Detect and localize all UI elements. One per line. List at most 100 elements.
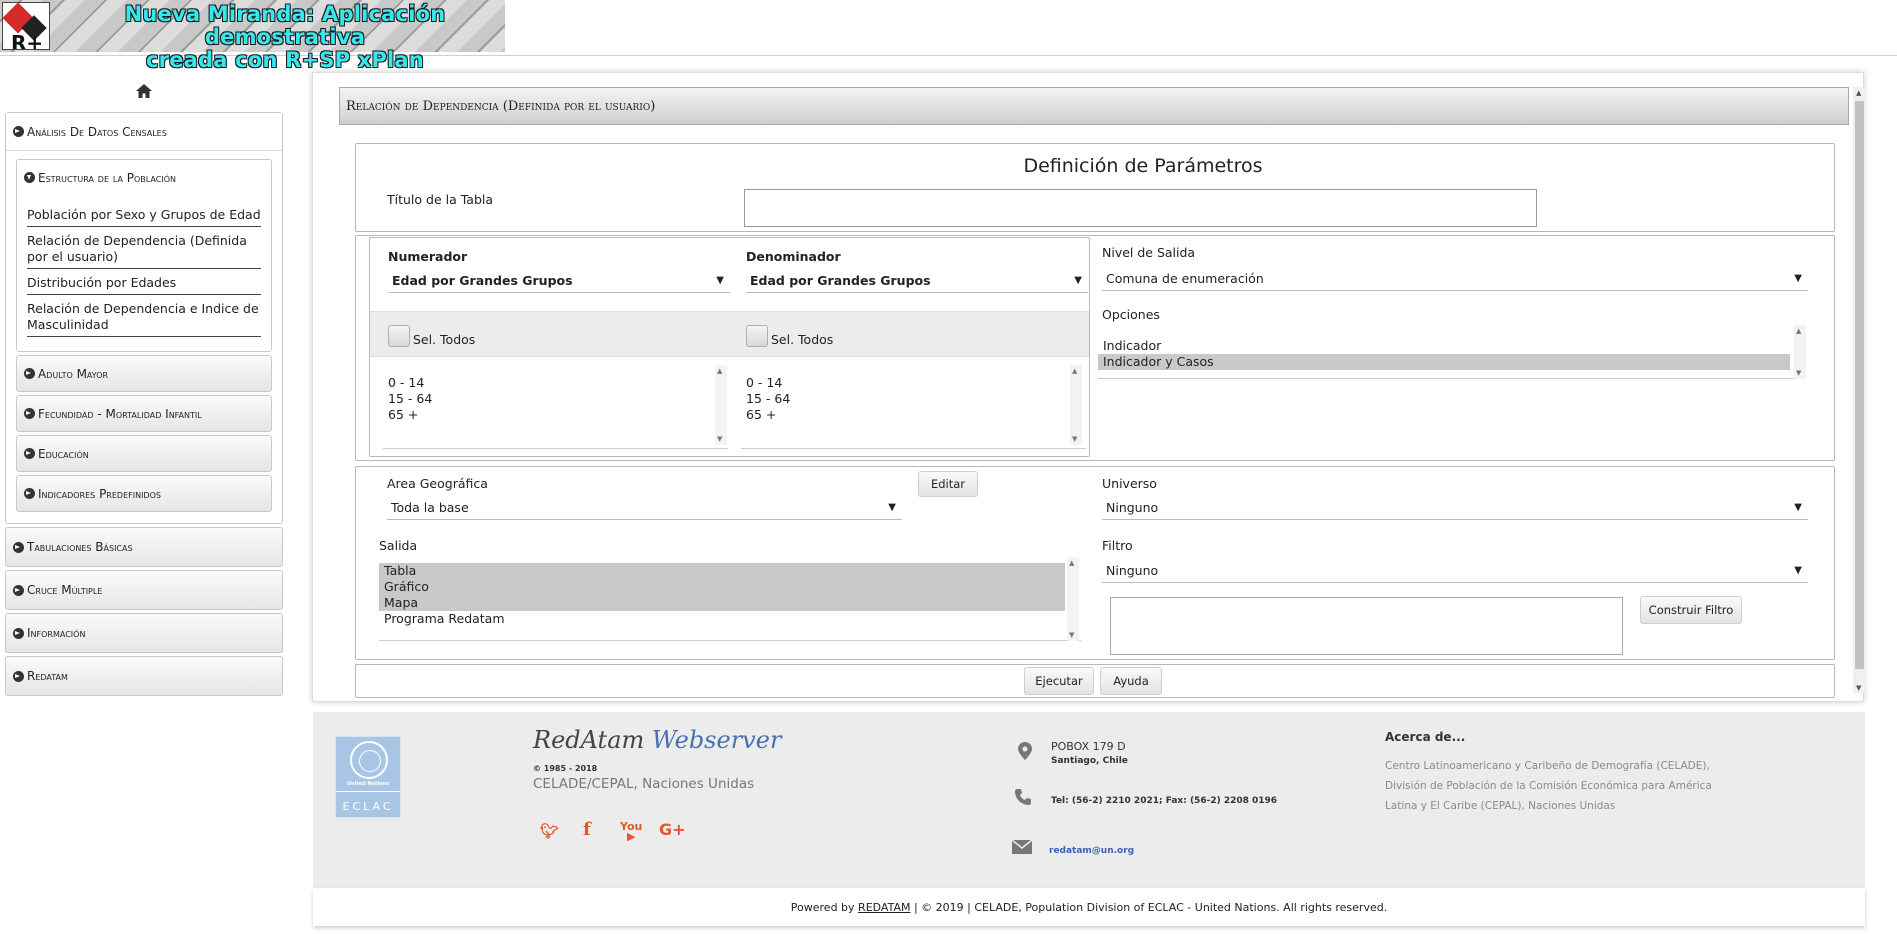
actions-box [355, 664, 1835, 698]
list-item[interactable]: 0 - 14 [383, 375, 728, 391]
numerador-label: Numerador [388, 249, 468, 264]
email-link[interactable]: redatam@un.org [1049, 846, 1134, 856]
scroll-up-icon[interactable]: ▲ [1856, 89, 1861, 97]
about-title: Acerca de... [1385, 730, 1466, 744]
list-item[interactable]: 15 - 64 [741, 391, 1086, 407]
salida-label: Salida [379, 538, 418, 553]
scroll-down-icon[interactable]: ▼ [1856, 684, 1861, 692]
sidebar-subsection-header[interactable]: Estructura de la Población [17, 160, 271, 195]
build-filter-button[interactable]: Construir Filtro [1640, 596, 1742, 624]
phone-text: Tel: (56-2) 2210 2021; Fax: (56-2) 2208 … [1051, 796, 1278, 806]
denominador-select[interactable]: Edad por Grandes Grupos ▼ [746, 269, 1088, 293]
sidebar-subsection-fecundidad[interactable]: Fecundidad - Mortalidad Infantil [16, 395, 272, 432]
run-button[interactable]: Ejecutar [1024, 667, 1094, 695]
list-item[interactable]: Programa Redatam [379, 611, 1081, 627]
address-line1: POBOX 179 D [1051, 740, 1126, 753]
area-label: Area Geográfica [387, 476, 488, 491]
phone-icon [1015, 789, 1031, 805]
numerador-select[interactable]: Edad por Grandes Grupos ▼ [388, 269, 730, 293]
sidebar-section-informacion[interactable]: Información [5, 613, 283, 653]
circle-arrow-icon [24, 488, 35, 499]
google-plus-icon[interactable]: G+ [659, 820, 686, 839]
sidebar-section-tabulaciones[interactable]: Tabulaciones Básicas [5, 527, 283, 567]
footer-org: CELADE/CEPAL, Naciones Unidas [533, 776, 755, 792]
numerador-list-scrollbar[interactable]: ▲ ▼ [715, 365, 727, 445]
circle-arrow-icon [13, 541, 24, 553]
list-item-selected[interactable]: Tabla [379, 563, 1065, 579]
denominador-select-all-checkbox[interactable] [746, 325, 768, 347]
sidebar-section-analisis: Análisis De Datos Censales Estructura de… [5, 112, 283, 524]
opciones-listbox[interactable]: Indicador Indicador y Casos [1098, 331, 1806, 379]
denominador-listbox[interactable]: 0 - 14 15 - 64 65 + [741, 375, 1086, 449]
filtro-select[interactable]: Ninguno ▼ [1102, 559, 1808, 583]
universo-select[interactable]: Ninguno ▼ [1102, 496, 1808, 520]
list-item[interactable]: 0 - 14 [741, 375, 1086, 391]
sidebar-subsection-estructura: Estructura de la Población Población por… [16, 159, 272, 352]
table-title-label: Título de la Tabla [387, 192, 494, 207]
footer: United Nations ECLAC RedAtam Webserver ©… [313, 712, 1865, 888]
redatam-brand: RedAtam Webserver [533, 726, 782, 754]
help-button[interactable]: Ayuda [1100, 667, 1162, 695]
circle-arrow-icon [13, 126, 24, 137]
list-item[interactable]: 65 + [741, 407, 1086, 423]
sidebar-link-poblacion-sexo[interactable]: Población por Sexo y Grupos de Edad [27, 205, 261, 227]
table-title-input[interactable] [744, 189, 1537, 227]
redatam-link[interactable]: REDATAM [858, 901, 910, 914]
sidebar-link-distribucion-edades[interactable]: Distribución por Edades [27, 273, 261, 295]
numerador-select-all-label: Sel. Todos [413, 332, 476, 347]
circle-arrow-icon [13, 584, 24, 596]
list-item[interactable]: Indicador [1098, 338, 1806, 354]
list-item-selected[interactable]: Indicador y Casos [1098, 354, 1790, 370]
sidebar-subsection-adulto-mayor[interactable]: Adulto Mayor [16, 355, 272, 392]
circle-arrow-icon [13, 670, 24, 682]
app-title: Nueva Miranda: Aplicación demostrativa c… [124, 2, 446, 72]
filtro-label: Filtro [1102, 538, 1133, 553]
panel-scroll-thumb[interactable] [1855, 101, 1864, 669]
facebook-icon[interactable]: f [583, 819, 591, 840]
sidebar-subsection-indicadores[interactable]: Indicadores Predefinidos [16, 475, 272, 512]
panel-title: Relación de Dependencia (Definida por el… [339, 87, 1849, 125]
denominador-list-scrollbar[interactable]: ▲ ▼ [1070, 365, 1082, 445]
chevron-down-icon: ▼ [888, 502, 896, 513]
app-header: R+ Nueva Miranda: Aplicación demostrativ… [0, 0, 1897, 72]
denominador-label: Denominador [746, 249, 841, 264]
denominador-select-all-label: Sel. Todos [771, 332, 834, 347]
sidebar-section-header[interactable]: Análisis De Datos Censales [6, 113, 282, 151]
numerador-select-all-checkbox[interactable] [388, 325, 410, 347]
sidebar-section-redatam[interactable]: Redatam [5, 656, 283, 696]
circle-arrow-icon [24, 408, 35, 419]
chevron-down-icon: ▼ [1074, 275, 1082, 286]
youtube-icon[interactable]: You ▶ [620, 821, 642, 842]
home-icon[interactable] [136, 84, 152, 98]
salida-listbox[interactable]: Tabla Gráfico Mapa Programa Redatam [379, 563, 1081, 641]
sidebar-link-relacion-masculinidad[interactable]: Relación de Dependencia e Indice de Masc… [27, 299, 261, 337]
list-item[interactable]: 65 + [383, 407, 728, 423]
address-line2: Santiago, Chile [1051, 756, 1128, 766]
circle-arrow-icon [24, 368, 35, 379]
chevron-down-icon: ▼ [1794, 565, 1802, 576]
footer-copyright-years: © 1985 - 2018 [533, 764, 598, 773]
chevron-down-icon: ▼ [716, 275, 724, 286]
salida-list-scrollbar[interactable]: ▲ ▼ [1067, 557, 1079, 641]
list-item-selected[interactable]: Gráfico [379, 579, 1065, 595]
numerador-listbox[interactable]: 0 - 14 15 - 64 65 + [383, 375, 728, 449]
eclac-logo: United Nations ECLAC [335, 736, 401, 818]
area-select[interactable]: Toda la base ▼ [387, 496, 902, 520]
params-title: Definición de Parámetros [1023, 155, 1263, 177]
email-icon [1012, 840, 1032, 854]
opciones-list-scrollbar[interactable]: ▲ ▼ [1794, 325, 1806, 379]
universo-label: Universo [1102, 476, 1157, 491]
sidebar-subsection-educacion[interactable]: Educación [16, 435, 272, 472]
filtro-textarea[interactable] [1110, 597, 1623, 655]
list-item[interactable]: 15 - 64 [383, 391, 728, 407]
edit-area-button[interactable]: Editar [918, 471, 978, 497]
redatam-logo: R+ [2, 2, 50, 50]
nivel-salida-select[interactable]: Comuna de enumeración ▼ [1102, 267, 1808, 291]
opciones-label: Opciones [1102, 307, 1160, 322]
chevron-down-icon: ▼ [1794, 273, 1802, 284]
sidebar-section-cruce[interactable]: Cruce Múltiple [5, 570, 283, 610]
location-pin-icon [1018, 742, 1032, 760]
twitter-icon[interactable]: 🐦︎ [540, 822, 559, 840]
sidebar-link-relacion-dependencia[interactable]: Relación de Dependencia (Definida por el… [27, 231, 261, 269]
list-item-selected[interactable]: Mapa [379, 595, 1065, 611]
